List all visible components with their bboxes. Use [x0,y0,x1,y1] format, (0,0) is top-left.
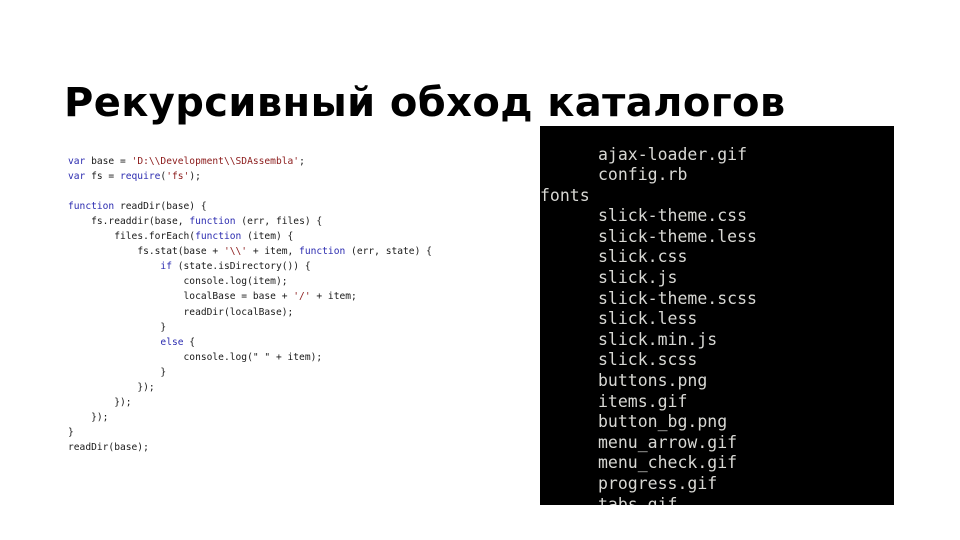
code-token-pln: }); [91,412,109,424]
code-token-kw: function [68,200,115,212]
code-token-pln: (err, state) { [345,246,432,258]
code-line: var base = 'D:\\Development\\SDAssembla'… [68,154,518,169]
code-token-pln: } [160,321,167,333]
code-token-str: 'D:\\Development\\SDAssembla' [131,155,300,167]
terminal-file-entry: progress.gif [598,474,718,493]
terminal-file-entry: menu_arrow.gif [598,432,738,452]
code-token-pln: (item) { [241,231,294,243]
terminal-file-entry: slick.less [598,309,698,329]
code-token-pln: } [160,366,167,378]
code-token-pln: files.forEach( [114,231,196,243]
code-token-pln: base = [85,155,132,167]
code-line: readDir(base); [68,440,518,455]
code-token-pln: localBase = base + [183,291,294,303]
code-token-pln: + item, [247,246,300,258]
code-token-kw: function [299,246,346,258]
terminal-file-entry: tabs.gif [598,494,678,505]
code-line: fs.stat(base + '\\' + item, function (er… [68,244,518,259]
code-line: else { [68,335,518,350]
terminal-file-entry: button_bg.png [598,412,728,432]
code-line: readDir(localBase); [68,305,518,320]
terminal-file-entry: slick-theme.css [598,206,748,226]
code-token-str: '/' [293,291,311,303]
terminal-file-entry: config.rb [598,165,688,185]
code-token-kw: var [68,170,86,182]
code-token-pln: ; [299,155,305,167]
code-snippet: var base = 'D:\\Development\\SDAssembla'… [68,154,518,456]
code-line: }); [68,410,518,425]
terminal-file-entry: slick.min.js [598,329,718,349]
terminal-file-listing: ajax-loader.gif config.rb fonts slick-theme… [540,143,894,506]
code-token-kw: var [68,155,86,167]
code-token-pln: readDir(localBase); [183,306,294,318]
code-token-kw: require [119,170,161,182]
code-token-pln: }); [114,397,132,409]
code-line: console.log(item); [68,274,518,289]
code-line: } [68,365,518,380]
code-line: } [68,320,518,335]
code-line: function readDir(base) { [68,199,518,214]
code-token-pln: + item; [310,291,357,303]
code-token-kw: if [160,261,172,273]
code-token-pln: } [68,427,74,439]
code-line: }); [68,380,518,395]
code-token-kw: function [195,231,242,243]
terminal-file-entry: slick.css [598,247,688,267]
code-line: }); [68,395,518,410]
terminal-directory-entry: fonts [540,185,590,205]
code-line: files.forEach(function (item) { [68,229,518,244]
code-token-pln: fs.readdir(base, [91,215,190,227]
terminal-file-entry: ajax-loader.gif [598,144,748,164]
code-line: var fs = require('fs'); [68,169,518,184]
code-line: console.log(" " + item); [68,350,518,365]
terminal-file-entry: items.gif [598,391,688,411]
code-line: if (state.isDirectory()) { [68,259,518,274]
terminal-file-entry: slick-theme.scss [598,288,757,308]
presentation-slide: Рекурсивный обход каталогов var base = '… [0,0,960,540]
code-token-str: 'fs' [166,170,190,182]
terminal-file-entry: menu_check.gif [598,453,738,473]
terminal-output-panel: ajax-loader.gif config.rb fonts slick-theme… [540,126,894,505]
code-token-pln: }); [137,382,155,393]
code-token-pln: ); [189,170,201,182]
code-token-pln: console.log(item); [183,276,288,288]
code-token-pln: fs = [85,170,120,182]
code-token-str: '\\' [223,246,248,258]
terminal-file-entry: slick.scss [598,350,698,370]
code-token-kw: function [189,215,236,227]
terminal-file-entry: slick-theme.less [598,226,757,246]
code-token-pln: (err, files) { [235,215,323,227]
terminal-file-entry: buttons.png [598,371,708,391]
code-token-pln: (state.isDirectory()) { [171,261,311,273]
code-token-pln: { [183,336,196,348]
code-token-pln: readDir(base); [68,442,149,454]
page-title: Рекурсивный обход каталогов [64,79,786,126]
code-token-pln: console.log(" " + item); [183,351,323,363]
code-line: fs.readdir(base, function (err, files) { [68,214,518,229]
code-token-pln: readDir(base) { [114,200,207,212]
terminal-file-entry: slick.js [598,268,678,288]
code-token-pln: fs.stat(base + [137,246,224,258]
code-line: localBase = base + '/' + item; [68,289,518,304]
code-line: } [68,425,518,440]
code-token-kw: else [160,336,184,348]
